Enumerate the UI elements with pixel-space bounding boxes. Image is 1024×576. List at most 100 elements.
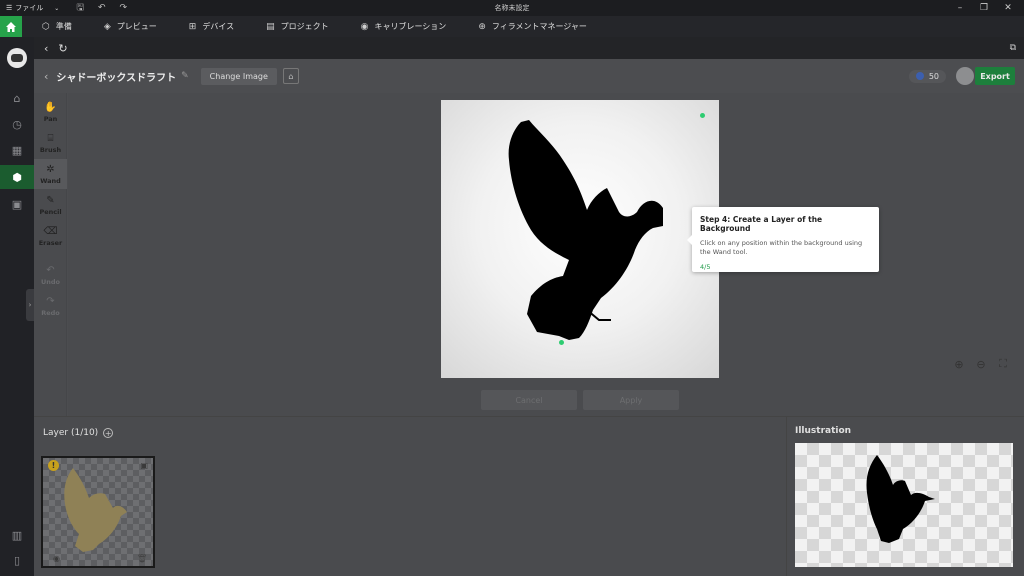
edit-title-icon[interactable]: ✎ [181,71,189,81]
editor-main: ‹ シャドーボックスドラフト ✎ Change Image ⌂ 50 Expor… [34,59,1024,576]
home-icon[interactable]: ⌂ [0,86,34,110]
illustration-bird [866,455,935,543]
tool-label: Eraser [38,238,63,247]
tab-device[interactable]: ⊞ デバイス [169,16,246,37]
shadowbox-icon[interactable]: ⬢ [0,165,34,189]
action-bar: Cancel Apply [68,386,1024,416]
tool-wand[interactable]: ✲ Wand [34,159,67,189]
layer-bird-preview [64,468,127,552]
minimize-icon[interactable]: – [948,0,972,16]
credit-icon [915,72,924,80]
tab-calibration[interactable]: ◉ キャリブレーション [341,16,459,37]
wand-icon: ✲ [46,163,55,175]
save-icon[interactable]: 🖫 [69,0,91,16]
restore-icon[interactable]: ❐ [972,0,996,16]
pencil-icon: ✎ [46,194,55,206]
undo-icon[interactable]: ↶ [91,3,113,13]
undo-icon: ↶ [46,264,55,276]
project-icon: ▤ [266,21,275,32]
credits-count: 50 [928,71,939,81]
credits-badge: 50 [908,69,946,83]
tab-label: デバイス [202,22,235,31]
visibility-icon[interactable]: ◉ [53,554,60,563]
onboarding-tooltip: Step 4: Create a Layer of the Background… [687,207,879,272]
file-menu-label: ファイル [15,4,44,12]
title-bar: ☰ ファイル ⌄ 🖫 ↶ ↷ 名称未設定 – ❐ ✕ [0,0,1024,16]
change-image-button[interactable]: Change Image [200,67,277,85]
tooltip-title: Step 4: Create a Layer of the Background [700,215,823,233]
back-chevron-icon[interactable]: ‹ [44,70,48,83]
add-layer-icon[interactable]: + [103,428,114,438]
cube-icon: ⬡ [42,21,50,32]
layer-settings-icon[interactable]: ▣ [140,461,148,470]
apply-button[interactable]: Apply [583,390,679,410]
layer-thumbnail[interactable]: ! ▣ ◉ 🗑 [41,456,155,568]
tab-label: 準備 [55,22,72,31]
tab-label: キャリブレーション [374,22,447,31]
tab-label: フィラメントマネージャー [491,22,587,31]
hamburger-icon: ☰ [6,4,13,12]
avatar[interactable] [7,48,27,68]
redo-icon[interactable]: ↷ [113,3,135,13]
tooltip-body: Click on any position within the backgro… [700,239,863,256]
top-nav: ⬡ 準備 ◈ プレビュー ⊞ デバイス ▤ プロジェクト ◉ キャリブレーション ⊕ フィラ… [0,16,1024,37]
redo-icon: ↷ [46,295,55,307]
bottom-panel: Layer (1/10) + ! ▣ ◉ 🗑 Illustration [34,416,1024,576]
eraser-icon: ⌫ [43,225,58,237]
tool-label: Brush [39,145,62,154]
refresh-icon[interactable]: ↻ [48,42,67,55]
zoom-in-icon[interactable]: ⊕ [950,355,968,373]
back-icon[interactable]: ‹ [34,42,48,55]
archive-icon[interactable]: ▣ [0,192,34,216]
tool-pan[interactable]: ✋ Pan [34,97,67,127]
tool-brush[interactable]: ⌸ Brush [34,128,67,158]
book-icon[interactable]: ▯ [0,548,34,572]
tool-label: Pencil [39,207,62,216]
brush-icon: ⌸ [47,132,54,144]
tool-label: Pan [43,114,58,123]
open-external-icon[interactable]: ⧉ [1000,43,1016,53]
tool-undo[interactable]: ↶ Undo [34,260,67,290]
hand-icon: ✋ [44,101,57,113]
tool-redo[interactable]: ↷ Redo [34,291,67,321]
calendar-icon[interactable]: ▥ [0,523,34,547]
tab-label: プレビュー [116,22,157,31]
zoom-out-icon[interactable]: ⊖ [972,355,990,373]
source-image[interactable] [441,100,719,378]
canvas-area[interactable]: ⊕ ⊖ ⛶ [68,93,1024,386]
file-menu[interactable]: ☰ ファイル ⌄ [0,0,59,16]
tool-eraser[interactable]: ⌫ Eraser [34,221,67,251]
illustration-title: Illustration [795,426,852,436]
tool-label: Undo [40,277,61,286]
handle-dot[interactable] [559,340,564,345]
collapse-handle[interactable]: › [26,289,34,321]
handle-dot[interactable] [700,113,705,118]
calibration-icon: ◉ [360,21,369,32]
models-icon[interactable]: ▦ [0,138,34,162]
tab-preview[interactable]: ◈ プレビュー [84,16,169,37]
export-button[interactable]: Export [975,67,1015,85]
delete-icon[interactable]: 🗑 [137,554,147,563]
home-icon [6,21,16,32]
zoom-controls: ⊕ ⊖ ⛶ [950,355,1012,373]
window-title: 名称未設定 [494,4,530,12]
tab-prepare[interactable]: ⬡ 準備 [22,16,84,37]
tooltip-step: 4/5 [700,263,711,271]
cancel-button[interactable]: Cancel [481,390,577,410]
layer-title: Layer (1/10) [43,428,99,438]
basket-icon[interactable]: ⌂ [282,68,299,84]
tab-project[interactable]: ▤ プロジェクト [246,16,341,37]
assistant-avatar[interactable] [956,67,974,85]
editor-header: ‹ シャドーボックスドラフト ✎ Change Image ⌂ 50 Expor… [34,59,1024,93]
project-title: シャドーボックスドラフト [56,72,177,84]
clock-icon[interactable]: ◷ [0,112,34,136]
tool-pencil[interactable]: ✎ Pencil [34,190,67,220]
fit-screen-icon[interactable]: ⛶ [994,355,1012,373]
filament-icon: ⊕ [478,21,486,32]
illustration-preview [795,443,1013,567]
tab-label: プロジェクト [280,22,329,31]
close-icon[interactable]: ✕ [996,0,1020,16]
tab-filament-manager[interactable]: ⊕ フィラメントマネージャー [458,16,599,37]
tool-label: Wand [40,176,61,185]
home-button[interactable] [0,16,22,37]
